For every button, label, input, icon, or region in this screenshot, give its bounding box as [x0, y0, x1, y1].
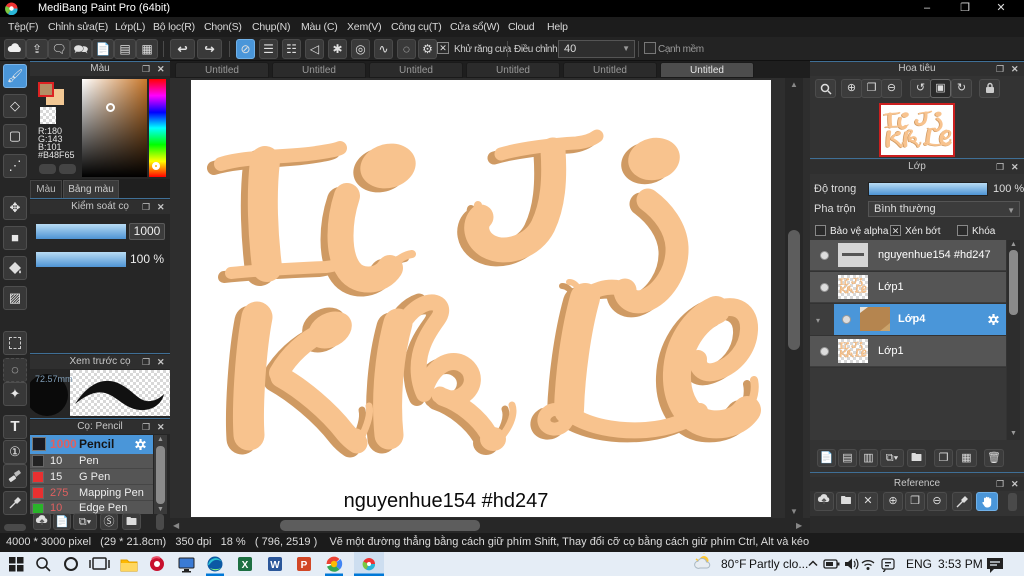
- svg-text:72.57mm: 72.57mm: [35, 374, 73, 384]
- svg-text:ENG: ENG: [906, 557, 932, 571]
- svg-text:W: W: [270, 560, 280, 571]
- svg-text:nguyenhue154 #hd247: nguyenhue154 #hd247: [344, 490, 549, 512]
- svg-text:3:53 PM: 3:53 PM: [938, 557, 983, 571]
- svg-text:X: X: [242, 560, 249, 571]
- svg-text:Partly clo...: Partly clo...: [749, 557, 808, 571]
- svg-text:P: P: [301, 560, 308, 571]
- svg-text:80°F: 80°F: [721, 557, 746, 571]
